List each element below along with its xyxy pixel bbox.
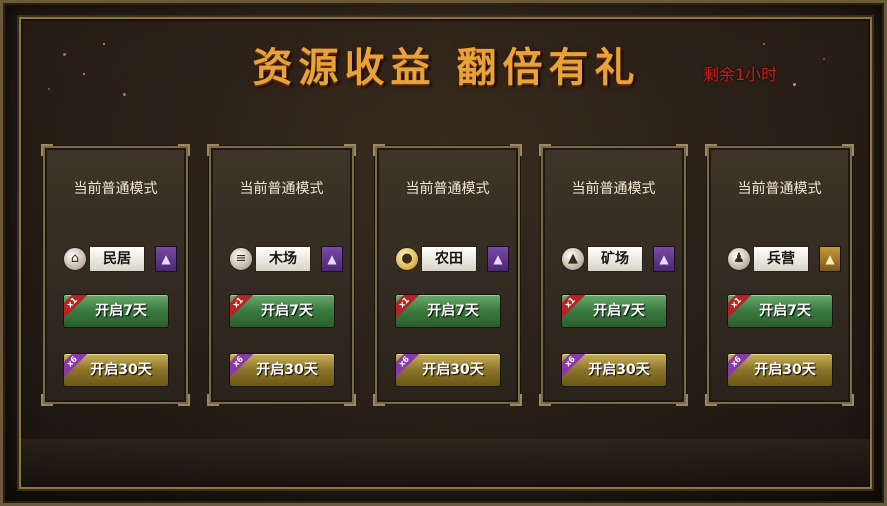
resource-card-barracks: 当前普通模式 ♟ 兵营 ▲ x1 开启7天 x6 开启30天	[705, 144, 854, 406]
mode-label: 当前普通模式	[737, 181, 822, 197]
resource-card-house: 当前普通模式 ⌂ 民居 ▲ x1 开启7天 x6 开启30天	[41, 144, 190, 406]
open-30-days-button[interactable]: x6 开启30天	[395, 353, 501, 387]
open-7-days-button[interactable]: x1 开启7天	[395, 294, 501, 328]
resource-name: 兵营	[753, 246, 809, 272]
arrow-up-icon: ▲	[493, 252, 503, 266]
soldier-icon: ♟	[727, 247, 751, 271]
upgrade-button[interactable]: ▲	[819, 246, 841, 272]
bottom-decoration	[21, 439, 870, 487]
mode-label: 当前普通模式	[405, 181, 490, 197]
open-7-days-button[interactable]: x1 开启7天	[561, 294, 667, 328]
mode-label: 当前普通模式	[239, 181, 324, 197]
open-30-days-button[interactable]: x6 开启30天	[727, 353, 833, 387]
mode-label: 当前普通模式	[73, 181, 158, 197]
log-icon: ≡	[229, 247, 253, 271]
button-label: 开启7天	[593, 303, 645, 319]
resource-row: ≡ 木场 ▲	[229, 246, 343, 272]
resource-name: 农田	[421, 246, 477, 272]
resource-row: ● 农田 ▲	[395, 246, 509, 272]
resource-card-lumber: 当前普通模式 ≡ 木场 ▲ x1 开启7天 x6 开启30天	[207, 144, 356, 406]
button-label: 开启30天	[754, 362, 816, 378]
upgrade-button[interactable]: ▲	[653, 246, 675, 272]
arrow-up-icon: ▲	[327, 252, 337, 266]
house-icon: ⌂	[63, 247, 87, 271]
open-7-days-button[interactable]: x1 开启7天	[229, 294, 335, 328]
open-30-days-button[interactable]: x6 开启30天	[561, 353, 667, 387]
button-label: 开启30天	[256, 362, 318, 378]
button-label: 开启7天	[759, 303, 811, 319]
button-label: 开启7天	[95, 303, 147, 319]
upgrade-button[interactable]: ▲	[321, 246, 343, 272]
resource-card-mine: 当前普通模式 ▲ 矿场 ▲ x1 开启7天 x6 开启30天	[539, 144, 688, 406]
arrow-up-icon: ▲	[161, 252, 171, 266]
remaining-time: 剩余1小时	[703, 65, 778, 84]
game-window: 资源收益 翻倍有礼 剩余1小时 当前普通模式 ⌂ 民居 ▲ x1 开启7天 x6…	[0, 0, 887, 506]
event-title: 资源收益 翻倍有礼	[252, 44, 641, 91]
resource-name: 木场	[255, 246, 311, 272]
resource-card-farm: 当前普通模式 ● 农田 ▲ x1 开启7天 x6 开启30天	[373, 144, 522, 406]
open-7-days-button[interactable]: x1 开启7天	[63, 294, 169, 328]
resource-row: ♟ 兵营 ▲	[727, 246, 841, 272]
open-30-days-button[interactable]: x6 开启30天	[63, 353, 169, 387]
ore-icon: ▲	[561, 247, 585, 271]
button-label: 开启7天	[261, 303, 313, 319]
mode-label: 当前普通模式	[571, 181, 656, 197]
resource-row: ⌂ 民居 ▲	[63, 246, 177, 272]
arrow-up-icon: ▲	[825, 252, 835, 266]
upgrade-button[interactable]: ▲	[155, 246, 177, 272]
open-7-days-button[interactable]: x1 开启7天	[727, 294, 833, 328]
resource-name: 民居	[89, 246, 145, 272]
button-label: 开启30天	[588, 362, 650, 378]
upgrade-button[interactable]: ▲	[487, 246, 509, 272]
resource-row: ▲ 矿场 ▲	[561, 246, 675, 272]
resource-name: 矿场	[587, 246, 643, 272]
button-label: 开启30天	[422, 362, 484, 378]
arrow-up-icon: ▲	[659, 252, 669, 266]
button-label: 开启30天	[90, 362, 152, 378]
grain-icon: ●	[395, 247, 419, 271]
open-30-days-button[interactable]: x6 开启30天	[229, 353, 335, 387]
button-label: 开启7天	[427, 303, 479, 319]
